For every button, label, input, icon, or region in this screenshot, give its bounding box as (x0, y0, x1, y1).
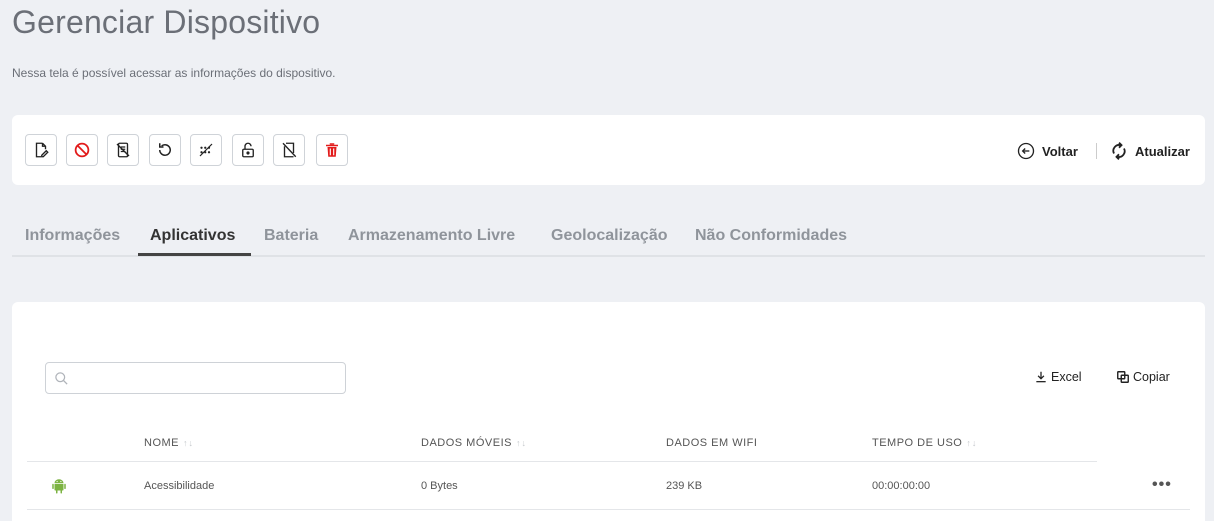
excel-label: Excel (1051, 370, 1082, 384)
disable-device-button[interactable] (107, 134, 139, 166)
edit-device-button[interactable] (25, 134, 57, 166)
export-excel-button[interactable]: Excel (1034, 370, 1082, 384)
copy-label: Copiar (1133, 370, 1170, 384)
mobile-data-cell: 0 Bytes (421, 480, 458, 492)
device-off-icon (282, 142, 297, 158)
app-name-cell: Acessibilidade (144, 480, 215, 492)
active-tab-indicator (138, 253, 251, 256)
device-disable-icon (116, 142, 130, 158)
search-input[interactable] (45, 362, 346, 394)
copy-icon (1117, 371, 1129, 383)
back-circle-icon (1017, 142, 1035, 160)
clear-password-icon (199, 143, 213, 157)
sort-icon: ↑↓ (515, 438, 527, 448)
delete-device-button[interactable] (316, 134, 348, 166)
tab-geolocalizacao[interactable]: Geolocalização (551, 227, 668, 245)
column-header-tempo-de-uso[interactable]: TEMPO DE USO ↑↓ (872, 437, 977, 449)
clear-password-button[interactable] (190, 134, 222, 166)
unlock-button[interactable] (232, 134, 264, 166)
table-header-divider (27, 461, 1097, 462)
table-row-divider (27, 509, 1190, 510)
usage-time-cell: 00:00:00:00 (872, 480, 931, 492)
refresh-button[interactable]: Atualizar (1109, 140, 1190, 162)
reboot-icon (159, 143, 171, 156)
sort-icon: ↑↓ (966, 438, 978, 448)
device-off-button[interactable] (273, 134, 305, 166)
column-header-label: DADOS EM WIFI (666, 437, 758, 449)
delete-icon (326, 143, 338, 157)
download-icon (1036, 371, 1046, 383)
back-label: Voltar (1042, 143, 1078, 159)
reboot-button[interactable] (149, 134, 181, 166)
column-header-dados-wifi: DADOS EM WIFI (666, 437, 757, 449)
block-icon (74, 142, 90, 158)
tab-nao-conformidades[interactable]: Não Conformidades (695, 227, 847, 245)
column-header-label: DADOS MÓVEIS (421, 437, 512, 449)
toolbar-divider (1096, 143, 1097, 159)
android-icon (52, 479, 66, 494)
column-header-nome[interactable]: NOME ↑↓ (144, 437, 194, 449)
unlock-icon (242, 142, 254, 158)
block-button[interactable] (66, 134, 98, 166)
device-actions-toolbar: Voltar Atualizar (12, 115, 1205, 185)
edit-device-icon (35, 142, 49, 158)
apps-card: Excel Copiar NOME ↑↓ DADOS MÓVEIS ↑↓ DADOS… (12, 302, 1205, 521)
tab-bateria[interactable]: Bateria (264, 227, 318, 245)
device-tabs: Informações Aplicativos Bateria Armazena… (12, 220, 1205, 257)
back-button[interactable]: Voltar (1016, 140, 1078, 162)
sort-icon: ↑↓ (183, 438, 194, 448)
row-more-menu-icon[interactable]: ••• (1152, 476, 1172, 494)
tab-armazenamento-livre[interactable]: Armazenamento Livre (348, 227, 515, 245)
column-header-label: NOME (144, 437, 179, 449)
column-header-dados-moveis[interactable]: DADOS MÓVEIS ↑↓ (421, 437, 527, 449)
copy-button[interactable]: Copiar (1116, 370, 1170, 384)
page-title: Gerenciar Dispositivo (12, 4, 321, 40)
tab-aplicativos[interactable]: Aplicativos (150, 227, 235, 245)
refresh-label: Atualizar (1135, 143, 1190, 159)
column-header-label: TEMPO DE USO (872, 437, 963, 449)
refresh-icon (1112, 142, 1126, 160)
tab-informacoes[interactable]: Informações (25, 227, 120, 245)
search-icon (55, 372, 68, 385)
wifi-data-cell: 239 KB (666, 480, 703, 492)
page-subtitle: Nessa tela é possível acessar as informa… (12, 66, 336, 80)
